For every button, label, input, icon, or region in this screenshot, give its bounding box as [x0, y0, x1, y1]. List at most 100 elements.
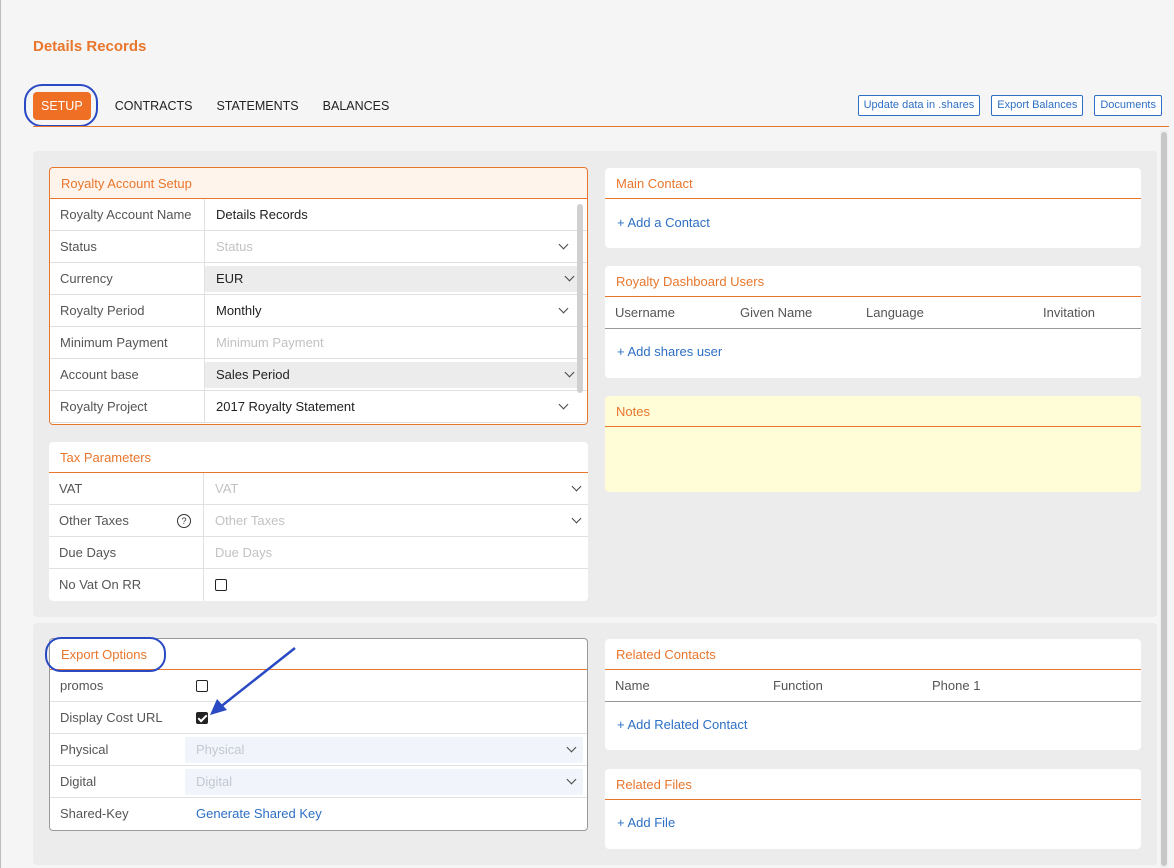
documents-button[interactable]: Documents: [1094, 95, 1162, 116]
row-display-cost-url: Display Cost URL: [50, 702, 587, 734]
help-icon[interactable]: ?: [177, 514, 191, 528]
col-function: Function: [773, 678, 823, 693]
related-files-title: Related Files: [605, 769, 1141, 800]
currency-value: EUR: [216, 270, 244, 286]
digital-placeholder: Digital: [196, 773, 233, 789]
field-label: Currency: [50, 263, 205, 294]
status-select[interactable]: Status: [205, 231, 587, 262]
field-label: Status: [50, 231, 205, 262]
field-label: Other Taxes?: [49, 505, 204, 536]
dashboard-users-title: Royalty Dashboard Users: [605, 266, 1141, 297]
due-days-input[interactable]: Due Days: [204, 537, 588, 568]
display-cost-cell: [185, 702, 587, 733]
field-label: Display Cost URL: [60, 710, 163, 725]
add-shares-user-link[interactable]: + Add shares user: [617, 344, 722, 359]
status-placeholder: Status: [216, 239, 253, 254]
field-label: Royalty Period: [50, 295, 205, 326]
other-taxes-label: Other Taxes: [59, 513, 129, 528]
royalty-project-select[interactable]: 2017 Royalty Statement: [205, 391, 587, 422]
notes-card: Notes: [605, 396, 1141, 492]
notes-textarea[interactable]: [605, 427, 1141, 489]
display-cost-url-checkbox[interactable]: [196, 711, 208, 724]
field-label: Minimum Payment: [50, 327, 205, 358]
row-royalty-account-name: Royalty Account Name Details Records: [50, 199, 587, 231]
physical-select[interactable]: Physical: [185, 736, 583, 763]
promos-cell: [185, 670, 587, 701]
field-label: Royalty Project: [50, 391, 205, 422]
chevron-down-icon: [564, 367, 575, 377]
account-base-select[interactable]: Sales Period: [205, 361, 581, 388]
chevron-down-icon: [558, 399, 569, 409]
update-shares-button[interactable]: Update data in .shares: [857, 95, 981, 116]
row-vat: VAT VAT: [49, 473, 588, 505]
main-contact-title: Main Contact: [605, 168, 1141, 199]
chevron-down-icon: [566, 774, 577, 784]
row-royalty-period: Royalty Period Monthly: [50, 295, 587, 327]
minimum-payment-input[interactable]: Minimum Payment: [205, 327, 587, 358]
row-digital: Digital Digital: [50, 766, 587, 798]
tab-setup[interactable]: SETUP: [33, 92, 91, 120]
export-options-title: Export Options: [50, 639, 587, 670]
col-phone: Phone 1: [932, 678, 981, 693]
field-label: Account base: [50, 359, 205, 390]
row-currency: Currency EUR: [50, 263, 587, 295]
card-scrollbar[interactable]: [577, 204, 583, 393]
row-status: Status Status: [50, 231, 587, 263]
tab-statements[interactable]: STATEMENTS: [204, 92, 310, 120]
chevron-down-icon: [558, 303, 569, 313]
chevron-down-icon: [564, 271, 575, 281]
royalty-account-setup-title: Royalty Account Setup: [50, 168, 587, 199]
related-contacts-header: Name Function Phone 1: [605, 670, 1141, 702]
export-balances-button[interactable]: Export Balances: [991, 95, 1084, 116]
page-scrollbar[interactable]: [1160, 130, 1168, 868]
col-invitation: Invitation: [1043, 305, 1096, 320]
col-language: Language: [866, 305, 924, 320]
no-vat-cell: [204, 569, 588, 601]
promos-checkbox[interactable]: [196, 679, 208, 692]
vat-placeholder: VAT: [215, 481, 239, 496]
row-promos: promos: [50, 670, 587, 702]
add-file-link[interactable]: + Add File: [617, 815, 675, 830]
royalty-account-name-field[interactable]: Details Records: [205, 199, 587, 230]
top-actions: Update data in .shares Export Balances D…: [857, 95, 1162, 116]
generate-shared-key-link[interactable]: Generate Shared Key: [196, 806, 322, 821]
row-due-days: Due Days Due Days: [49, 537, 588, 569]
tax-parameters-card: Tax Parameters VAT VAT Other Taxes? Othe…: [49, 442, 588, 601]
row-minimum-payment: Minimum Payment Minimum Payment: [50, 327, 587, 359]
row-physical: Physical Physical: [50, 734, 587, 766]
add-contact-link[interactable]: + Add a Contact: [617, 215, 710, 230]
no-vat-checkbox[interactable]: [215, 578, 227, 591]
col-username: Username: [615, 305, 675, 320]
currency-select[interactable]: EUR: [205, 265, 581, 292]
page-title: Details Records: [33, 38, 147, 55]
add-related-contact-link[interactable]: + Add Related Contact: [617, 717, 747, 732]
royalty-period-select[interactable]: Monthly: [205, 295, 587, 326]
tab-contracts[interactable]: CONTRACTS: [103, 92, 205, 120]
row-royalty-project: Royalty Project 2017 Royalty Statement: [50, 391, 587, 423]
page-scrollbar-thumb[interactable]: [1161, 132, 1167, 866]
field-label: Shared-Key: [60, 806, 129, 821]
field-label: Royalty Account Name: [50, 199, 205, 230]
row-shared-key: Shared-Key Generate Shared Key: [50, 798, 587, 830]
shared-key-cell: Generate Shared Key: [185, 798, 587, 830]
row-no-vat-on-rr: No Vat On RR: [49, 569, 588, 601]
other-taxes-select[interactable]: Other Taxes: [204, 505, 588, 536]
chevron-down-icon: [571, 481, 582, 491]
royalty-account-setup-card: Royalty Account Setup Royalty Account Na…: [49, 167, 588, 425]
row-other-taxes: Other Taxes? Other Taxes: [49, 505, 588, 537]
field-label: Due Days: [49, 537, 204, 568]
chevron-down-icon: [571, 513, 582, 523]
digital-select[interactable]: Digital: [185, 768, 583, 795]
vat-select[interactable]: VAT: [204, 473, 588, 504]
other-taxes-placeholder: Other Taxes: [215, 513, 285, 528]
related-contacts-title: Related Contacts: [605, 639, 1141, 670]
tab-balances[interactable]: BALANCES: [311, 92, 402, 120]
related-contacts-card: Related Contacts Name Function Phone 1 +…: [605, 639, 1141, 750]
window-edge: [0, 0, 1, 868]
related-files-card: Related Files + Add File: [605, 769, 1141, 849]
tab-bar: SETUP CONTRACTS STATEMENTS BALANCES: [33, 92, 401, 120]
field-label: promos: [60, 678, 104, 693]
physical-placeholder: Physical: [196, 741, 245, 757]
tax-parameters-title: Tax Parameters: [49, 442, 588, 473]
dashboard-users-card: Royalty Dashboard Users Username Given N…: [605, 266, 1141, 378]
